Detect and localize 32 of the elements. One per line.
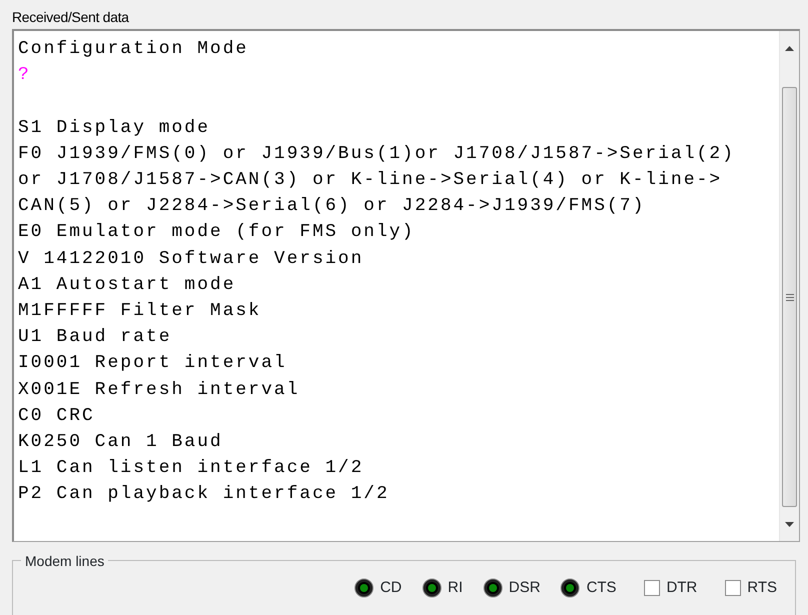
signal-label: CD (380, 578, 402, 598)
log-line: K0250 Can 1 Baud (18, 431, 224, 454)
vertical-scrollbar[interactable] (779, 31, 799, 541)
log-line: ? (18, 64, 32, 88)
log-line: Configuration Mode (18, 38, 250, 61)
checkbox[interactable] (644, 580, 660, 596)
log-line: F0 J1939/FMS(0) or J1939/Bus(1)or J1708/J1587->Serial(2) (18, 142, 736, 166)
checkbox[interactable] (725, 580, 742, 596)
log-line: C0 CRC (18, 404, 96, 428)
scroll-down-icon[interactable] (785, 522, 794, 526)
log-line: or J1708/J1587->CAN(3) or K-line->Serial(4) or K-line-> (18, 169, 724, 192)
checkbox-label[interactable]: DTR (666, 577, 698, 600)
log-line: CAN(5) or J2284->Serial(6) or J2284->J1939/FMS(7) (18, 195, 646, 218)
scroll-up-icon[interactable] (785, 46, 794, 50)
log-line: S1 Display mode (18, 116, 212, 140)
log-line: V 14122010 Software Version (18, 248, 365, 271)
signal-label: DSR (508, 578, 540, 598)
log-line: A1 Autostart mode (18, 274, 237, 297)
log-line: M1FFFFF Filter Mask (18, 300, 262, 324)
signal-label: RI (448, 578, 463, 598)
log-line: I0001 Report interval (18, 352, 288, 376)
grip-icon (786, 294, 794, 300)
panel-title: Received/Sent data (11, 8, 130, 25)
log-line: L1 Can listen interface 1/2 (18, 457, 365, 480)
log-line: E0 Emulator mode (for FMS only) (18, 221, 416, 244)
scroll-thumb[interactable] (782, 87, 797, 507)
log-line: P2 Can playback interface 1/2 (18, 483, 390, 506)
log-text-area[interactable] (12, 29, 800, 542)
checkbox-label[interactable]: RTS (747, 577, 777, 600)
signal-label: CTS (586, 578, 616, 598)
log-line: U1 Baud rate (18, 326, 173, 350)
log-line: X001E Refresh interval (18, 378, 301, 402)
